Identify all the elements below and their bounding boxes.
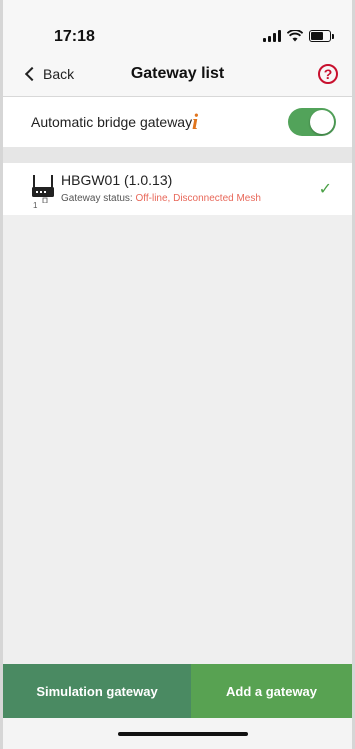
simulation-gateway-button[interactable]: Simulation gateway bbox=[3, 664, 191, 718]
auto-bridge-row: Automatic bridge gateway i bbox=[3, 97, 352, 147]
gateway-status: Gateway status: Off-line, Disconnected M… bbox=[61, 193, 261, 204]
navigation-bar: Back Gateway list ? bbox=[3, 58, 352, 94]
check-icon: ✓ bbox=[318, 181, 332, 198]
toggle-knob bbox=[310, 110, 334, 134]
gateway-status-offline: Off-line bbox=[135, 193, 168, 204]
gateway-name: HBGW01 (1.0.13) bbox=[61, 172, 173, 188]
section-spacer bbox=[3, 147, 352, 163]
home-indicator[interactable] bbox=[118, 732, 248, 736]
gateway-list-item[interactable]: 1 HBGW01 (1.0.13) Gateway status: Off-li… bbox=[3, 163, 352, 215]
gateway-icon-label: 1 bbox=[33, 201, 38, 210]
home-indicator-area bbox=[3, 718, 352, 749]
auto-bridge-toggle[interactable] bbox=[288, 108, 336, 136]
page-title: Gateway list bbox=[130, 65, 225, 82]
help-icon[interactable]: ? bbox=[318, 64, 338, 84]
info-icon[interactable]: i bbox=[192, 109, 198, 135]
status-bar: 17:18 bbox=[3, 24, 352, 52]
auto-bridge-label: Automatic bridge gateway bbox=[31, 114, 193, 130]
status-time: 17:18 bbox=[54, 28, 95, 45]
status-icons bbox=[263, 30, 334, 42]
gateway-status-prefix: Gateway status: bbox=[61, 193, 136, 204]
gateway-status-mesh: Disconnected Mesh bbox=[173, 193, 261, 204]
cellular-signal-icon bbox=[263, 30, 281, 42]
gateway-device-icon bbox=[31, 173, 55, 204]
add-gateway-button[interactable]: Add a gateway bbox=[191, 664, 352, 718]
battery-icon bbox=[309, 30, 334, 42]
app-screen: 17:18 Back Gateway list ? Automatic brid… bbox=[0, 0, 355, 749]
wifi-icon bbox=[287, 30, 303, 42]
